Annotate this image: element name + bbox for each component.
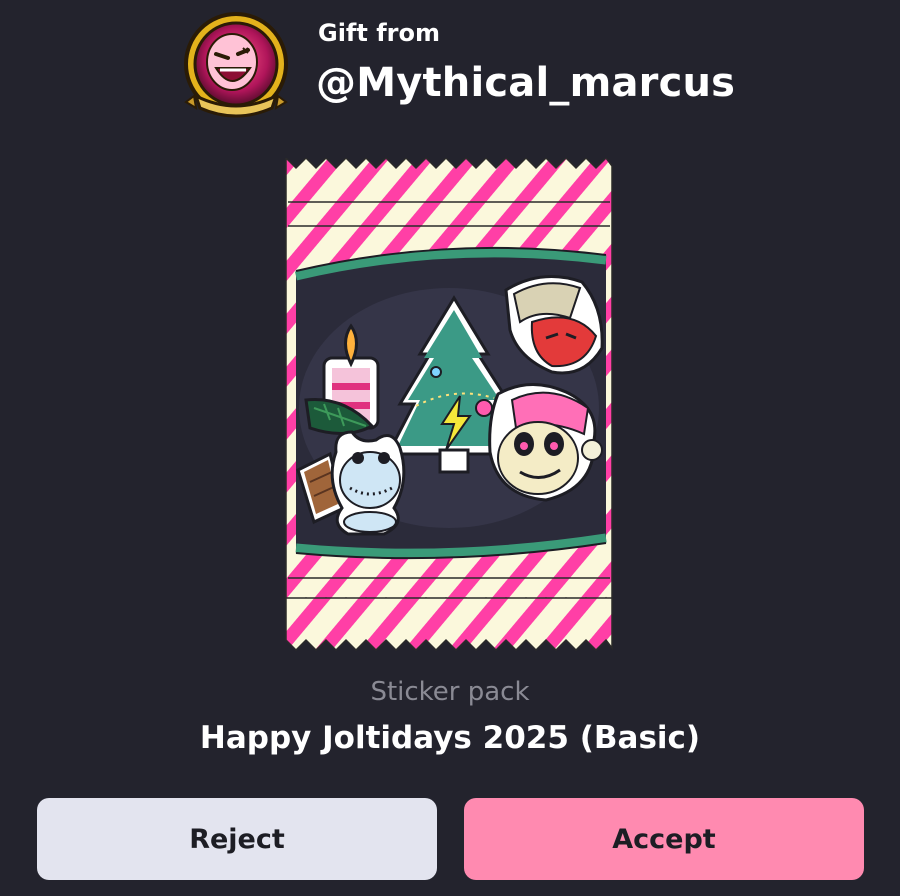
- sticker-pack-image[interactable]: [284, 158, 614, 654]
- sender-username[interactable]: @Mythical_marcus: [316, 58, 735, 108]
- sender-avatar[interactable]: [180, 10, 292, 122]
- gift-from-label: Gift from: [318, 19, 440, 47]
- item-name: Happy Joltidays 2025 (Basic): [199, 720, 701, 756]
- frog-snowman-sticker: [330, 430, 406, 536]
- gift-screen: Gift from @Mythical_marcus Sticker pack …: [0, 0, 900, 896]
- gift-header: Gift from @Mythical_marcus: [0, 0, 900, 130]
- item-type-label: Sticker pack: [370, 677, 530, 707]
- reject-button[interactable]: Reject: [37, 798, 437, 880]
- accept-button[interactable]: Accept: [464, 798, 864, 880]
